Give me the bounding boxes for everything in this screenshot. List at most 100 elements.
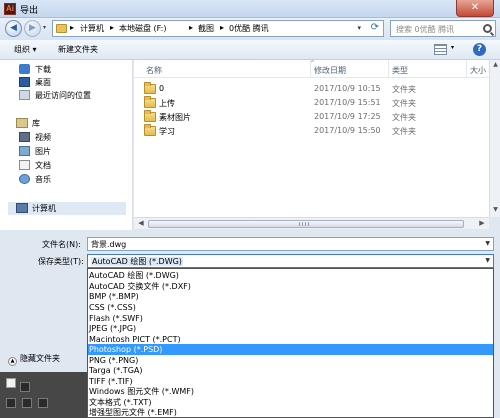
sidebar-item-label: 文档 [35,161,51,170]
column-divider[interactable] [388,60,389,78]
file-name: 上传 [159,99,175,108]
navigation-pane: 下载 桌面 最近访问的位置 库 视频 图片 文档 音乐 计算机 [0,60,133,230]
folder-icon [144,96,156,108]
new-folder-button[interactable]: 新建文件夹 [58,44,98,55]
filetype-option[interactable]: AutoCAD 绘图 (*.DWG) [88,270,493,281]
grip-icon [299,222,309,226]
illustrator-app-icon: Ai [4,3,16,15]
view-options-icon[interactable] [434,44,447,55]
filename-label: 文件名(N): [42,240,81,249]
filetype-option[interactable]: BMP (*.BMP) [88,291,493,302]
search-input[interactable]: 搜索 0优酷 腾讯 [390,20,496,37]
scroll-down-icon[interactable]: ▼ [491,206,500,216]
file-type: 文件夹 [392,113,416,122]
sidebar-item-label: 下载 [35,65,51,74]
address-dropdown-icon[interactable]: ▾ [357,24,361,32]
hide-folders-toggle[interactable]: ▲ 隐藏文件夹 [8,353,60,366]
filetype-selected-value: AutoCAD 绘图 (*.DWG) [91,257,183,266]
file-name: 学习 [159,127,175,136]
breadcrumb-computer[interactable]: 计算机 [80,23,104,34]
close-button[interactable]: ✕ [456,0,494,17]
scroll-right-icon[interactable]: ▶ [477,219,487,229]
forward-button[interactable]: ▶ [24,20,41,37]
filetype-select[interactable]: AutoCAD 绘图 (*.DWG) ▼ [87,254,494,268]
filetype-option[interactable]: 增强型图元文件 (*.EMF) [88,407,493,417]
recent-places-icon [19,90,30,100]
file-type: 文件夹 [392,85,416,94]
file-type: 文件夹 [392,99,416,108]
column-size-header[interactable]: 大小 [470,65,486,76]
search-icon[interactable] [483,24,492,33]
vertical-scrollbar[interactable]: ▲ ▼ [489,60,500,217]
video-icon [19,132,30,142]
breadcrumb-separator: ▸ [220,23,225,32]
filetype-label: 保存类型(T): [38,257,84,266]
filetype-option[interactable]: Windows 图元文件 (*.WMF) [88,386,493,397]
chevron-down-icon[interactable]: ▼ [485,257,490,264]
filename-field[interactable]: 背景.dwg ▼ [87,237,494,251]
sidebar-item-label: 图片 [35,147,51,156]
folder-icon [144,82,156,94]
chevron-down-icon[interactable]: ▼ [485,240,490,247]
file-date: 2017/10/9 15:51 [314,98,381,107]
music-icon [19,174,30,184]
sidebar-item-label: 库 [32,119,40,128]
scroll-left-icon[interactable]: ◀ [136,219,146,229]
folder-icon [144,124,156,136]
column-name-header[interactable]: 名称 [146,65,162,76]
sidebar-item-label: 视频 [35,133,51,142]
stroke-swatch-icon [20,382,30,392]
tool-icon [38,398,48,408]
history-dropdown-icon[interactable]: ▾ [43,24,46,31]
file-row-folder[interactable]: 学习 2017/10/9 15:50 文件夹 [134,123,500,139]
file-date: 2017/10/9 15:50 [314,126,381,135]
view-dropdown-icon[interactable]: ▾ [451,44,454,51]
sidebar-item-label: 计算机 [32,204,56,213]
command-toolbar: 组织 ▾ 新建文件夹 ▾ ? [0,40,500,60]
organize-menu-button[interactable]: 组织 ▾ [14,44,37,55]
library-icon [16,118,28,128]
column-header-row: 名称 ^ 修改日期 类型 大小 [134,60,500,78]
window-title: 导出 [20,6,39,16]
file-type: 文件夹 [392,127,416,136]
filetype-option-selected[interactable]: Photoshop (*.PSD) [88,344,493,355]
tool-icon [22,398,32,408]
filetype-option[interactable]: JPEG (*.JPG) [88,323,493,334]
file-name: 素材图片 [159,113,191,122]
breadcrumb-local-disk[interactable]: 本地磁盘 (F:) [119,23,166,34]
column-divider[interactable] [310,60,311,78]
filetype-option[interactable]: CSS (*.CSS) [88,302,493,313]
download-icon [19,64,30,74]
sidebar-item-computer[interactable]: 计算机 [8,202,126,215]
folder-icon [56,24,67,33]
breadcrumb-separator: ▸ [70,23,75,32]
address-bar[interactable]: ▸ 计算机 ▸ 本地磁盘 (F:) ▸ 截图 ▸ 0优酷 腾讯 ▾ ⟳ [52,20,384,37]
document-icon [19,160,30,170]
breadcrumb-screenshots[interactable]: 截图 [198,23,214,34]
file-name: 0 [159,84,165,93]
help-icon[interactable]: ? [473,43,486,56]
picture-icon [19,146,30,156]
filename-value: 背景.dwg [91,240,127,249]
hide-folders-label: 隐藏文件夹 [20,354,60,363]
sidebar-item-label: 桌面 [35,78,51,87]
background-tools-panel [0,372,87,418]
tool-icon [6,398,16,408]
column-date-header[interactable]: 修改日期 [314,65,346,76]
file-list: 名称 ^ 修改日期 类型 大小 0 2017/10/9 10:15 文件夹 上传… [134,60,500,217]
breadcrumb-current-folder[interactable]: 0优酷 腾讯 [229,23,269,34]
column-type-header[interactable]: 类型 [392,65,408,76]
refresh-icon[interactable]: ⟳ [371,22,379,33]
filetype-option[interactable]: Targa (*.TGA) [88,365,493,376]
horizontal-scrollbar[interactable]: ◀ ▶ [134,217,489,229]
breadcrumb-separator: ▸ [110,23,115,32]
fill-swatch-icon [6,378,16,388]
breadcrumb-separator: ▸ [189,23,194,32]
scroll-up-icon[interactable]: ▲ [491,61,500,71]
filetype-dropdown-list: AutoCAD 绘图 (*.DWG) AutoCAD 交换文件 (*.DXF) … [87,268,494,418]
column-divider[interactable] [466,60,467,78]
scrollbar-thumb[interactable] [148,220,464,228]
back-button[interactable]: ◀ [5,20,22,37]
collapse-arrow-icon: ▲ [8,357,17,366]
computer-icon [16,203,28,213]
